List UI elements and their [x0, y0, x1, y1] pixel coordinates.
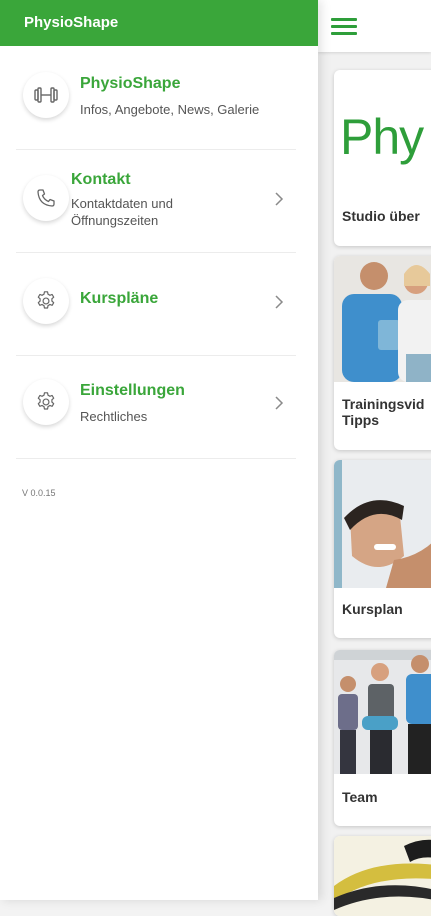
- app-version: V 0.0.15: [22, 488, 56, 498]
- team-image: [334, 650, 431, 774]
- card-training[interactable]: Trainingsvid Tipps: [334, 256, 431, 450]
- chevron-right-icon: [275, 396, 284, 410]
- card-label: Team: [342, 789, 378, 805]
- drawer-title: PhysioShape: [24, 14, 119, 31]
- drawer-item-title: Kontakt: [71, 171, 131, 188]
- drawer-header: PhysioShape: [0, 0, 318, 46]
- menu-icon[interactable]: [331, 16, 357, 36]
- drawer-item-title: Einstellungen: [80, 382, 185, 399]
- drawer-item-kontakt[interactable]: Kontakt Kontaktdaten und Öffnungszeiten: [16, 149, 296, 253]
- training-image: [334, 256, 431, 382]
- drawer-item-subtitle: Kontaktdaten und Öffnungszeiten: [71, 196, 173, 228]
- card-team[interactable]: Team: [334, 650, 431, 826]
- phone-icon: [23, 175, 69, 221]
- chevron-right-icon: [275, 295, 284, 309]
- partial-image: [334, 836, 431, 916]
- card-partial[interactable]: [334, 836, 431, 916]
- card-label: Trainingsvid Tipps: [342, 396, 425, 428]
- brand-logo: Phy: [340, 109, 424, 165]
- card-studio[interactable]: Phy Studio über: [334, 70, 431, 246]
- drawer-item-einstellungen[interactable]: Einstellungen Rechtliches: [16, 355, 296, 459]
- gear-icon: [23, 379, 69, 425]
- kursplan-image: [334, 460, 431, 588]
- navigation-drawer: PhysioShape PhysioShape Infos, Angebote,…: [0, 0, 318, 900]
- chevron-right-icon: [275, 192, 284, 206]
- drawer-item-subtitle: Infos, Angebote, News, Galerie: [80, 102, 260, 117]
- card-label: Studio über: [342, 208, 420, 224]
- dumbbell-icon: [23, 72, 69, 118]
- gear-icon: [23, 278, 69, 324]
- drawer-item-title: Kurspläne: [80, 290, 159, 307]
- card-kursplan[interactable]: Kursplan: [334, 460, 431, 638]
- drawer-item-physioshape[interactable]: PhysioShape Infos, Angebote, News, Galer…: [16, 46, 296, 150]
- card-label: Kursplan: [342, 601, 403, 617]
- drawer-item-title: PhysioShape: [80, 75, 181, 92]
- drawer-item-subtitle: Rechtliches: [80, 409, 148, 424]
- drawer-item-kursplaene[interactable]: Kurspläne: [16, 252, 296, 356]
